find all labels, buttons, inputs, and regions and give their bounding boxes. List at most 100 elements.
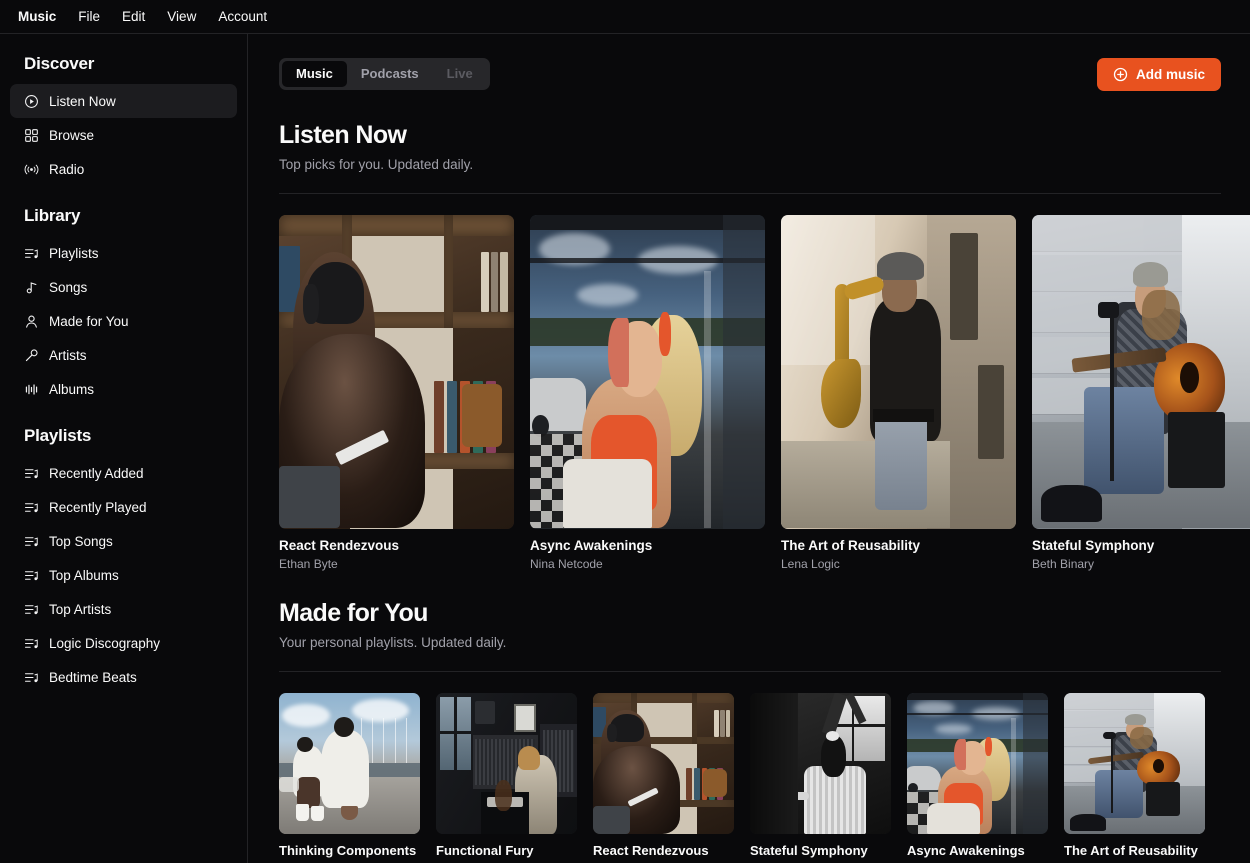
album-card[interactable]: Async AwakeningsNina Netcode bbox=[907, 692, 1048, 863]
album-artwork[interactable] bbox=[279, 692, 420, 834]
sidebar-group-library: Library Playlists Songs Made for You Artists… bbox=[10, 200, 237, 406]
album-artwork[interactable] bbox=[593, 692, 734, 834]
album-title: Async Awakenings bbox=[907, 842, 1025, 858]
made-for-you-title: Made for You bbox=[279, 599, 428, 628]
album-card[interactable]: React RendezvousEthan Byte bbox=[593, 692, 734, 863]
album-card[interactable]: Async Awakenings Nina Netcode bbox=[530, 214, 765, 573]
album-artwork[interactable] bbox=[279, 214, 514, 529]
content-topbar: Music Podcasts Live Add music bbox=[279, 54, 1250, 94]
sidebar-group-title: Playlists bbox=[24, 426, 92, 445]
playlist-icon bbox=[24, 568, 39, 583]
playlist-icon bbox=[24, 246, 39, 261]
sidebar-item-artists[interactable]: Artists bbox=[10, 338, 237, 372]
made-for-you-header: Made for You Your personal playlists. Up… bbox=[279, 572, 1250, 650]
album-artist: Ethan Byte bbox=[279, 557, 338, 572]
sidebar-item-recently-added[interactable]: Recently Added bbox=[10, 456, 237, 490]
menu-item-music[interactable]: Music bbox=[8, 6, 66, 28]
album-card[interactable]: Stateful SymphonyBeth Binary bbox=[750, 692, 891, 863]
radio-icon bbox=[24, 162, 39, 177]
album-card[interactable]: Functional FuryBeth Binary bbox=[436, 692, 577, 863]
album-title: Stateful Symphony bbox=[1032, 537, 1155, 553]
sidebar-item-label: Songs bbox=[49, 279, 88, 295]
sidebar-item-playlists[interactable]: Playlists bbox=[10, 236, 237, 270]
album-artwork[interactable] bbox=[750, 692, 891, 834]
menu-bar: Music File Edit View Account bbox=[0, 0, 1250, 33]
sidebar-item-label: Bedtime Beats bbox=[49, 669, 137, 685]
sidebar-item-listen-now[interactable]: Listen Now bbox=[10, 84, 237, 118]
add-music-button[interactable]: Add music bbox=[1096, 57, 1221, 91]
sidebar-item-label: Recently Added bbox=[49, 465, 144, 481]
menu-item-edit[interactable]: Edit bbox=[112, 6, 155, 28]
tab-podcasts[interactable]: Podcasts bbox=[347, 61, 433, 87]
album-title: Stateful Symphony bbox=[750, 842, 868, 858]
album-title: The Art of Reusability bbox=[1064, 842, 1198, 858]
segmented-tabs[interactable]: Music Podcasts Live bbox=[279, 57, 490, 91]
user-icon bbox=[24, 314, 39, 329]
sidebar-item-top-albums[interactable]: Top Albums bbox=[10, 558, 237, 592]
album-card[interactable]: Thinking ComponentsLena Logic bbox=[279, 692, 420, 863]
play-circle-icon bbox=[24, 94, 39, 109]
tab-music[interactable]: Music bbox=[282, 60, 347, 88]
sidebar-group-playlists: Playlists Recently Added Recently Played To… bbox=[10, 420, 237, 694]
sidebar-item-label: Browse bbox=[49, 127, 95, 143]
album-card[interactable]: Stateful Symphony Beth Binary bbox=[1032, 214, 1250, 573]
menu-item-account[interactable]: Account bbox=[208, 6, 277, 28]
sidebar-item-browse[interactable]: Browse bbox=[10, 118, 237, 152]
sidebar-item-label: Radio bbox=[49, 161, 85, 177]
sidebar-item-label: Listen Now bbox=[49, 93, 116, 109]
playlist-icon bbox=[24, 466, 39, 481]
sidebar-item-label: Artists bbox=[49, 347, 87, 363]
album-artwork[interactable] bbox=[1032, 214, 1250, 529]
menu-item-view[interactable]: View bbox=[157, 6, 206, 28]
sidebar-item-recently-played[interactable]: Recently Played bbox=[10, 490, 237, 524]
album-card[interactable]: React Rendezvous Ethan Byte bbox=[279, 214, 514, 573]
sidebar-item-label: Logic Discography bbox=[49, 635, 161, 651]
playlist-icon bbox=[24, 670, 39, 685]
sidebar: Discover Listen Now Browse Radio Library Play… bbox=[0, 34, 248, 863]
album-artist: Nina Netcode bbox=[530, 557, 603, 572]
sidebar-item-label: Playlists bbox=[49, 245, 99, 261]
sidebar-group-title: Discover bbox=[24, 54, 95, 73]
sidebar-group-title: Library bbox=[24, 206, 81, 225]
sidebar-item-songs[interactable]: Songs bbox=[10, 270, 237, 304]
main-content: Music Podcasts Live Add music Listen Now T… bbox=[248, 34, 1250, 863]
album-artwork[interactable] bbox=[530, 214, 765, 529]
album-artwork[interactable] bbox=[1064, 692, 1205, 834]
grid-icon bbox=[24, 128, 39, 143]
album-artist: Beth Binary bbox=[1032, 557, 1095, 572]
made-for-you-subtitle: Your personal playlists. Updated daily. bbox=[279, 634, 507, 650]
plus-circle-icon bbox=[1113, 67, 1128, 82]
add-music-label: Add music bbox=[1135, 66, 1205, 82]
sidebar-item-label: Made for You bbox=[49, 313, 129, 329]
album-card[interactable]: The Art of ReusabilityLena Logic bbox=[781, 214, 1016, 573]
sidebar-item-radio[interactable]: Radio bbox=[10, 152, 237, 186]
sidebar-item-made-for-you[interactable]: Made for You bbox=[10, 304, 237, 338]
playlist-icon bbox=[24, 636, 39, 651]
album-artist: Lena Logic bbox=[781, 557, 840, 572]
sidebar-group-discover: Discover Listen Now Browse Radio bbox=[10, 48, 237, 186]
album-title: React Rendezvous bbox=[279, 537, 400, 553]
sidebar-item-albums[interactable]: Albums bbox=[10, 372, 237, 406]
album-title: Functional Fury bbox=[436, 842, 534, 858]
sidebar-item-label: Recently Played bbox=[49, 499, 147, 515]
sidebar-item-top-songs[interactable]: Top Songs bbox=[10, 524, 237, 558]
menu-item-file[interactable]: File bbox=[68, 6, 110, 28]
album-artwork[interactable] bbox=[436, 692, 577, 834]
playlist-icon bbox=[24, 534, 39, 549]
bars-icon bbox=[24, 382, 39, 397]
sidebar-item-label: Top Albums bbox=[49, 567, 119, 583]
music-note-icon bbox=[24, 280, 39, 295]
sidebar-item-top-artists[interactable]: Top Artists bbox=[10, 592, 237, 626]
sidebar-item-label: Top Songs bbox=[49, 533, 113, 549]
album-card[interactable]: The Art of ReusabilityLena Logic bbox=[1064, 692, 1205, 863]
playlist-icon bbox=[24, 500, 39, 515]
sidebar-item-bedtime-beats[interactable]: Bedtime Beats bbox=[10, 660, 237, 694]
album-title: Thinking Components bbox=[279, 842, 417, 858]
sidebar-item-logic-discography[interactable]: Logic Discography bbox=[10, 626, 237, 660]
album-title: React Rendezvous bbox=[593, 842, 709, 858]
album-artwork[interactable] bbox=[907, 692, 1048, 834]
listen-now-album-row: React Rendezvous Ethan Byte Async Awakenin… bbox=[279, 194, 1250, 573]
album-artwork[interactable] bbox=[781, 214, 1016, 529]
microphone-icon bbox=[24, 348, 39, 363]
album-title: Async Awakenings bbox=[530, 537, 653, 553]
